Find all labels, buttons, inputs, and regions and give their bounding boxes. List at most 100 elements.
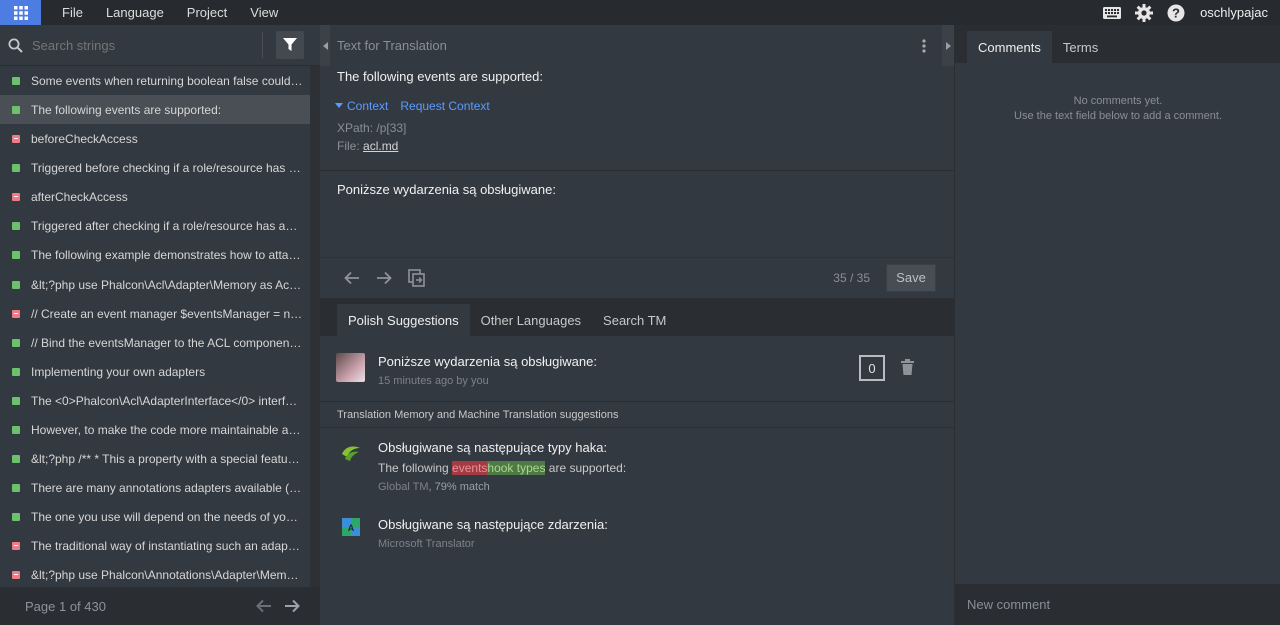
source-header: Text for Translation <box>320 25 954 66</box>
copy-source-button[interactable] <box>408 268 425 287</box>
status-missing-icon <box>12 309 20 318</box>
arrow-left-icon <box>256 599 271 613</box>
arrow-right-icon <box>377 271 392 284</box>
list-item[interactable]: There are many annotations adapters avai… <box>0 473 310 502</box>
grid-icon <box>13 5 28 20</box>
list-item-selected[interactable]: The following events are supported: <box>0 95 310 124</box>
tab-comments[interactable]: Comments <box>967 31 1052 63</box>
avatar <box>336 353 365 382</box>
list-item[interactable]: The one you use will depend on the needs… <box>0 502 310 531</box>
list-item[interactable]: &lt;?php use Phalcon\Acl\Adapter\Memory … <box>0 270 310 299</box>
character-count: 35 / 35 <box>833 270 870 285</box>
search-bar <box>0 25 320 66</box>
status-translated-icon <box>12 483 20 492</box>
translation-textarea[interactable]: Poniższe wydarzenia są obsługiwane: <box>337 182 556 197</box>
suggestion-item[interactable]: Poniższe wydarzenia są obsługiwane: 15 m… <box>320 336 954 400</box>
status-translated-icon <box>12 425 20 434</box>
status-translated-icon <box>12 338 20 347</box>
helper-tabs: Polish Suggestions Other Languages Searc… <box>320 298 954 336</box>
prev-page-button[interactable] <box>256 599 272 613</box>
list-item[interactable]: Some events when returning boolean false… <box>0 66 310 95</box>
status-missing-icon <box>12 134 20 143</box>
status-translated-icon <box>12 163 20 172</box>
list-item[interactable]: afterCheckAccess <box>0 182 310 211</box>
context-toggle[interactable]: Context <box>347 99 388 113</box>
tab-polish-suggestions[interactable]: Polish Suggestions <box>337 304 470 336</box>
gear-icon[interactable] <box>1135 3 1154 22</box>
suggestion-meta: 15 minutes ago by you <box>378 375 489 387</box>
editor-toolbar: 35 / 35 Save <box>320 257 954 297</box>
list-item[interactable]: The following example demonstrates how t… <box>0 240 310 269</box>
svg-text:?: ? <box>1172 5 1180 20</box>
keyboard-icon[interactable] <box>1103 6 1122 19</box>
user-menu[interactable]: oschlypajac <box>1200 5 1268 20</box>
context-links: Context Request Context <box>335 99 490 113</box>
source-header-label: Text for Translation <box>337 38 447 53</box>
search-icon <box>8 38 23 53</box>
list-item[interactable]: However, to make the code more maintaina… <box>0 415 310 444</box>
tm-suggestion-item[interactable]: Obsługiwane są następujące typy haka: Th… <box>320 440 954 500</box>
status-missing-icon <box>12 192 20 201</box>
menu-file[interactable]: File <box>62 5 83 20</box>
next-string-button[interactable] <box>376 271 392 285</box>
search-input[interactable] <box>32 37 257 53</box>
list-item[interactable]: // Create an event manager $eventsManage… <box>0 299 310 328</box>
empty-comments-message: No comments yet. Use the text field belo… <box>955 94 1280 124</box>
save-button[interactable]: Save <box>886 263 936 292</box>
copy-icon <box>408 268 425 287</box>
trash-icon <box>901 359 914 375</box>
list-item[interactable]: Triggered after checking if a role/resou… <box>0 211 310 240</box>
main-menu: File Language Project View <box>53 5 292 20</box>
vote-count[interactable]: 0 <box>859 355 885 381</box>
request-context-link[interactable]: Request Context <box>400 99 489 113</box>
tm-diff-added: hook types <box>487 461 546 475</box>
list-item[interactable]: Implementing your own adapters <box>0 357 310 386</box>
list-item[interactable]: The traditional way of instantiating suc… <box>0 531 310 560</box>
empty-comments-line2: Use the text field below to add a commen… <box>1014 110 1222 122</box>
list-item[interactable]: &lt;?php use Phalcon\Annotations\Adapter… <box>0 560 310 587</box>
microsoft-translator-icon: A <box>342 518 360 536</box>
tab-terms[interactable]: Terms <box>1052 31 1109 63</box>
status-translated-icon <box>12 76 20 85</box>
new-comment-input[interactable]: New comment <box>955 584 1280 625</box>
list-item[interactable]: beforeCheckAccess <box>0 124 310 153</box>
status-translated-icon <box>12 105 20 114</box>
list-scrollbar[interactable] <box>310 66 320 587</box>
next-page-button[interactable] <box>284 599 300 613</box>
menu-language[interactable]: Language <box>106 5 164 20</box>
list-item[interactable]: The <0>Phalcon\Acl\AdapterInterface</0> … <box>0 386 310 415</box>
tm-diff-removed: events <box>452 461 488 475</box>
tm-diff-text: are supported: <box>545 461 627 475</box>
status-translated-icon <box>12 221 20 230</box>
filter-button[interactable] <box>276 31 304 59</box>
delete-suggestion-button[interactable] <box>901 359 914 378</box>
comments-tabs: Comments Terms <box>955 25 1280 63</box>
previous-string-button[interactable] <box>344 271 360 285</box>
svg-text:A: A <box>348 523 355 533</box>
list-item[interactable]: Triggered before checking if a role/reso… <box>0 153 310 182</box>
page-indicator: Page 1 of 430 <box>25 598 106 614</box>
editor-panel: Text for Translation The following event… <box>320 25 954 625</box>
source-divider <box>320 170 954 171</box>
menu-view[interactable]: View <box>250 5 278 20</box>
status-translated-icon <box>12 250 20 259</box>
status-translated-icon <box>12 367 20 376</box>
collapse-left-button[interactable] <box>320 25 330 66</box>
tm-diff-text: The following <box>378 461 453 475</box>
collapse-right-button[interactable] <box>942 25 954 66</box>
status-missing-icon <box>12 541 20 550</box>
more-options-button[interactable] <box>922 39 926 56</box>
tab-search-tm[interactable]: Search TM <box>592 304 677 336</box>
file-link[interactable]: acl.md <box>363 139 398 153</box>
list-item[interactable]: &lt;?php /** * This a property with a sp… <box>0 444 310 473</box>
list-item[interactable]: // Bind the eventsManager to the ACL com… <box>0 328 310 357</box>
pagination: Page 1 of 430 <box>0 587 320 625</box>
help-icon[interactable]: ? <box>1167 4 1185 22</box>
tm-suggestion-item[interactable]: A Obsługiwane są następujące zdarzenia: … <box>320 517 954 557</box>
tm-source-name: Global TM <box>378 481 429 493</box>
apps-menu-button[interactable] <box>0 0 41 25</box>
file-info: File: acl.md <box>337 139 398 153</box>
menu-project[interactable]: Project <box>187 5 227 20</box>
string-list-panel: Some events when returning boolean false… <box>0 25 320 625</box>
tab-other-languages[interactable]: Other Languages <box>470 304 592 336</box>
